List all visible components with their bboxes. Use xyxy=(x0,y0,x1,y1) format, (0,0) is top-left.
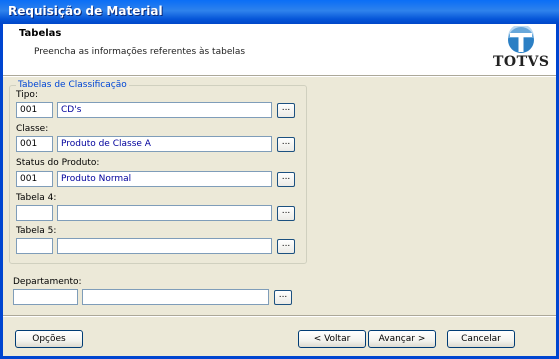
departamento-code-input[interactable] xyxy=(13,289,78,305)
options-button[interactable]: Opções xyxy=(15,330,83,348)
departamento-desc-input[interactable] xyxy=(82,289,269,305)
wizard-window: Requisição de Material Tabelas Preencha … xyxy=(0,0,559,359)
tabela4-lookup-button[interactable]: ... xyxy=(277,206,295,221)
cancel-button[interactable]: Cancelar xyxy=(447,330,515,348)
title-bar[interactable]: Requisição de Material xyxy=(0,0,559,24)
step-title: Tabelas xyxy=(19,28,62,39)
step-subtitle: Preencha as informações referentes às ta… xyxy=(34,47,246,57)
tabela5-desc-input[interactable] xyxy=(57,238,272,254)
tipo-lookup-button[interactable]: ... xyxy=(277,103,295,118)
tabela4-desc-input[interactable] xyxy=(57,205,272,221)
tabela4-label: Tabela 4: xyxy=(16,193,57,203)
tipo-desc-input[interactable]: CD's xyxy=(57,102,272,118)
totvs-logo-icon xyxy=(508,26,534,53)
status-lookup-button[interactable]: ... xyxy=(277,172,295,187)
status-code-input[interactable]: 001 xyxy=(16,171,53,187)
header-divider-highlight xyxy=(3,76,556,77)
tipo-code-input[interactable]: 001 xyxy=(16,102,53,118)
group-legend: Tabelas de Classificação xyxy=(18,80,127,90)
departamento-label: Departamento: xyxy=(13,277,82,287)
footer-divider-highlight xyxy=(3,316,556,317)
tabela4-code-input[interactable] xyxy=(16,205,53,221)
status-label: Status do Produto: xyxy=(16,158,100,168)
departamento-lookup-button[interactable]: ... xyxy=(274,290,292,305)
window-title: Requisição de Material xyxy=(8,4,163,18)
tipo-label: Tipo: xyxy=(16,90,38,100)
back-button[interactable]: < Voltar xyxy=(298,330,366,348)
tabela5-lookup-button[interactable]: ... xyxy=(277,239,295,254)
tabela5-code-input[interactable] xyxy=(16,238,53,254)
tabela5-label: Tabela 5: xyxy=(16,226,57,236)
status-desc-input[interactable]: Produto Normal xyxy=(57,171,272,187)
classe-label: Classe: xyxy=(16,124,49,134)
logo-text: TOTVS xyxy=(493,54,550,70)
classe-lookup-button[interactable]: ... xyxy=(277,137,295,152)
classe-code-input[interactable]: 001 xyxy=(16,136,53,152)
wizard-header: Tabelas Preencha as informações referent… xyxy=(3,24,556,75)
next-button[interactable]: Avançar > xyxy=(368,330,436,348)
classe-desc-input[interactable]: Produto de Classe A xyxy=(57,136,272,152)
